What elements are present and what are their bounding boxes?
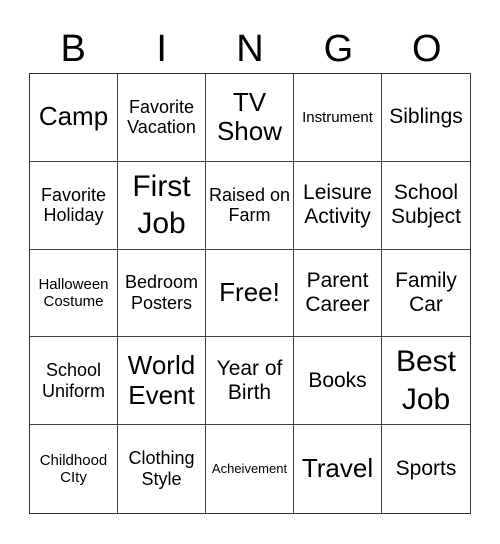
cell-text: Halloween Costume xyxy=(38,275,109,310)
cell-text: Leisure Activity xyxy=(303,181,372,229)
cell-text: First Job xyxy=(132,169,191,241)
cell-text: Travel xyxy=(301,453,374,484)
bingo-cell[interactable]: School Subject xyxy=(382,162,470,250)
header-letter-o: O xyxy=(412,28,442,70)
bingo-cell[interactable]: Favorite Vacation xyxy=(118,74,206,162)
cell-text: Year of Birth xyxy=(216,356,283,404)
bingo-cell[interactable]: Clothing Style xyxy=(118,425,206,513)
bingo-cell[interactable]: Travel xyxy=(294,425,382,513)
cell-text: Best Job xyxy=(395,345,457,416)
cell-text: Instrument xyxy=(302,108,373,126)
cell-text: Parent Career xyxy=(305,268,370,316)
bingo-cell[interactable]: Parent Career xyxy=(294,249,382,338)
cell-text: Acheivement xyxy=(211,460,288,476)
bingo-cell[interactable]: Family Car xyxy=(382,250,470,338)
cell-text: Bedroom Posters xyxy=(124,272,199,313)
bingo-grid: Camp Favorite Vacation TV Show Instrument Si… xyxy=(29,73,471,514)
bingo-cell[interactable]: Siblings xyxy=(382,74,470,162)
bingo-cell[interactable]: Childhood CIty xyxy=(30,425,118,513)
cell-text: Childhood CIty xyxy=(39,451,108,487)
header-letter-n: N xyxy=(236,28,264,70)
bingo-cell[interactable]: Halloween Costume xyxy=(30,249,118,338)
bingo-cell[interactable]: Bedroom Posters xyxy=(118,249,206,338)
free-space-cell[interactable]: Free! xyxy=(206,249,294,338)
cell-text: Raised on Farm xyxy=(208,184,291,226)
cell-text: Camp xyxy=(38,101,109,132)
bingo-cell[interactable]: TV Show xyxy=(206,74,294,162)
cell-text: World Event xyxy=(127,349,196,410)
bingo-cell[interactable]: Raised on Farm xyxy=(206,161,294,250)
cell-text: Favorite Holiday xyxy=(40,184,107,226)
cell-text: School Subject xyxy=(390,181,462,229)
cell-text: Free! xyxy=(219,277,280,308)
bingo-cell[interactable]: Favorite Holiday xyxy=(30,161,118,250)
cell-text: TV Show xyxy=(216,86,283,147)
header-letter-g: G xyxy=(323,28,354,70)
bingo-cell[interactable]: Sports xyxy=(382,425,470,513)
bingo-cell[interactable]: Year of Birth xyxy=(206,337,294,426)
bingo-cell[interactable]: Books xyxy=(294,337,382,426)
bingo-cell[interactable]: Camp xyxy=(30,74,118,162)
cell-text: Sports xyxy=(395,457,457,481)
cell-text: Siblings xyxy=(389,105,463,129)
cell-text: School Uniform xyxy=(41,360,105,401)
bingo-cell[interactable]: Leisure Activity xyxy=(294,161,382,250)
bingo-cell[interactable]: Acheivement xyxy=(206,425,294,513)
bingo-cell[interactable]: School Uniform xyxy=(30,337,118,426)
header-letter-b: B xyxy=(60,28,86,70)
header-letter-i: I xyxy=(156,28,167,70)
cell-text: Favorite Vacation xyxy=(127,96,196,138)
cell-text: Clothing Style xyxy=(128,448,195,490)
cell-text: Family Car xyxy=(395,268,457,316)
bingo-cell[interactable]: Best Job xyxy=(382,337,470,426)
bingo-cell[interactable]: First Job xyxy=(118,161,206,250)
bingo-cell[interactable]: World Event xyxy=(118,337,206,426)
bingo-cell[interactable]: Instrument xyxy=(294,74,382,162)
cell-text: Books xyxy=(308,368,367,392)
bingo-header: B I N G O xyxy=(29,24,471,74)
